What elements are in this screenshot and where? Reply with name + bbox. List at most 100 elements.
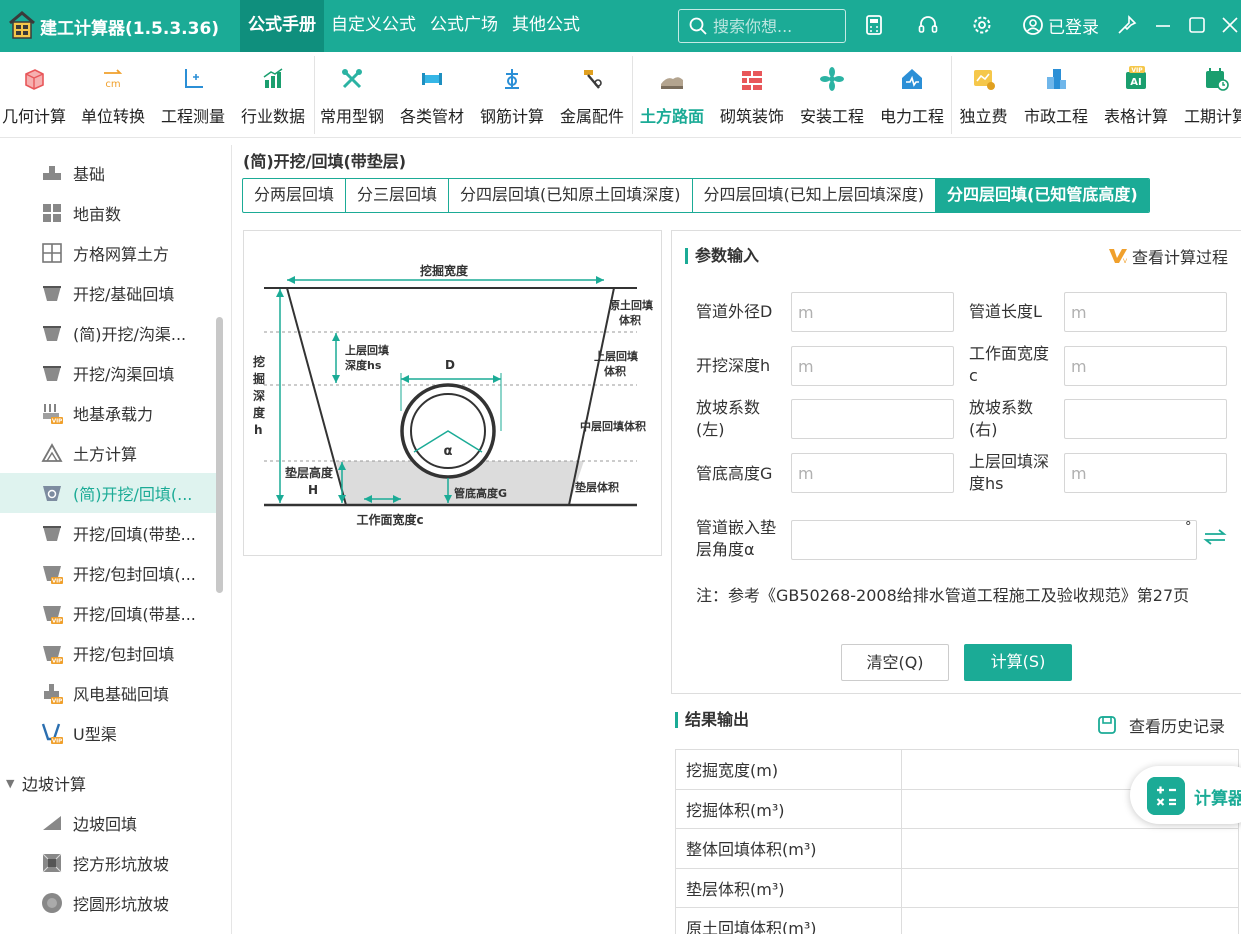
trench-icon xyxy=(43,526,61,541)
vip-badge-text: VIP xyxy=(52,659,62,665)
pin-icon[interactable] xyxy=(1116,14,1138,36)
tool-pipes[interactable]: 各类管材 xyxy=(392,52,472,138)
trench-icon xyxy=(43,366,61,381)
view-process-label: 查看计算过程 xyxy=(1131,248,1228,267)
maximize-icon[interactable] xyxy=(1186,14,1208,36)
sidebar-item-excavation-encase[interactable]: VIP 开挖/包封回填 xyxy=(0,633,216,673)
table-row: 整体回填体积(m³) xyxy=(675,828,1239,869)
pipe-length-input[interactable] xyxy=(1064,292,1227,332)
excavation-depth-input[interactable] xyxy=(791,346,954,386)
tool-earthwork[interactable]: 土方路面 xyxy=(632,52,712,138)
tab-four-layer-pipe-bottom[interactable]: 分四层回填(已知管底高度) xyxy=(936,179,1149,212)
tool-label: 行业数据 xyxy=(240,107,305,126)
tool-label: 各类管材 xyxy=(399,107,464,126)
view-history-link[interactable]: 查看历史记录 xyxy=(1097,713,1225,737)
result-label-excavation-width: 挖掘宽度(m) xyxy=(675,749,902,790)
sidebar-item-label: 开挖/包封回填(... xyxy=(73,565,196,584)
field-label-slope-right: 放坡系数(右) xyxy=(969,398,1034,439)
round-pit-icon xyxy=(42,893,62,913)
sidebar-item-square-pit[interactable]: 挖方形坑放坡 xyxy=(0,843,216,883)
nav-formula-manual[interactable]: 公式手册 xyxy=(240,0,324,52)
sidebar-item-u-channel[interactable]: VIP U型渠 xyxy=(0,713,216,753)
sidebar-item-wind-foundation-fill[interactable]: VIP 风电基础回填 xyxy=(0,673,216,713)
sidebar-item-excavation-encase-fill[interactable]: VIP 开挖/包封回填(... xyxy=(0,553,216,593)
sidebar-group-slope[interactable]: ▼ 边坡计算 xyxy=(0,763,216,803)
sidebar-item-excavation-fill-cushion[interactable]: 开挖/回填(带垫... xyxy=(0,513,216,553)
tool-installation[interactable]: 安装工程 xyxy=(792,52,872,138)
tool-rebar[interactable]: 钢筋计算 xyxy=(472,52,552,138)
tab-four-layer-orig-depth[interactable]: 分四层回填(已知原土回填深度) xyxy=(449,179,693,212)
sidebar-item-simple-excavation-channel[interactable]: (简)开挖/沟渠... xyxy=(0,313,216,353)
grid-block-icon xyxy=(43,204,61,222)
floating-calculator-button[interactable]: 计算器 xyxy=(1130,766,1241,824)
pipe-bottom-height-input[interactable] xyxy=(791,453,954,493)
power-house-icon xyxy=(902,69,922,89)
calculate-button[interactable]: 计算(S) xyxy=(964,644,1072,681)
slope-right-input[interactable] xyxy=(1064,399,1227,439)
history-label: 查看历史记录 xyxy=(1129,717,1226,736)
sidebar-item-simple-excavation-fill[interactable]: (简)开挖/回填(... xyxy=(0,473,216,513)
swap-arrows-icon[interactable] xyxy=(1202,527,1228,547)
foundation-icon xyxy=(43,166,61,180)
view-calc-process-link[interactable]: V 查看计算过程 xyxy=(1108,244,1228,268)
embed-angle-input[interactable] xyxy=(791,520,1197,560)
tool-label: 金属配件 xyxy=(559,107,624,126)
work-width-input[interactable] xyxy=(1064,346,1227,386)
headset-icon[interactable] xyxy=(917,14,939,36)
sidebar-item-round-pit[interactable]: 挖圆形坑放坡 xyxy=(0,883,216,923)
sidebar-item-bearing-capacity[interactable]: VIP 地基承载力 xyxy=(0,393,216,433)
sidebar-item-excavation-channel-fill[interactable]: 开挖/沟渠回填 xyxy=(0,353,216,393)
tool-municipal[interactable]: 市政工程 xyxy=(1016,52,1096,138)
minimize-icon[interactable] xyxy=(1152,14,1174,36)
tool-table-calc[interactable]: VIP AI 表格计算 xyxy=(1096,52,1176,138)
wrench-icon xyxy=(342,69,362,89)
tab-three-layer[interactable]: 分三层回填 xyxy=(346,179,450,212)
sidebar-item-label: 边坡回填 xyxy=(73,815,138,834)
pipe-diameter-label: D xyxy=(445,358,455,372)
tool-independent-fee[interactable]: 独立费 xyxy=(951,52,1016,138)
sidebar-item-slope-fill[interactable]: 边坡回填 xyxy=(0,803,216,843)
tool-geometry[interactable]: 几何计算 xyxy=(0,52,80,138)
sidebar-scrollbar[interactable] xyxy=(216,317,223,593)
tool-survey[interactable]: 工程测量 xyxy=(153,52,233,138)
reference-note: 注：参考《GB50268-2008给排水管道工程施工及验收规范》第27页 xyxy=(696,586,1190,605)
tool-unit-convert[interactable]: cm 单位转换 xyxy=(73,52,153,138)
nav-custom-formula[interactable]: 自定义公式 xyxy=(324,0,423,52)
sidebar-item-excavation-fill-base[interactable]: VIP 开挖/回填(带基... xyxy=(0,593,216,633)
result-value-total-fill-volume xyxy=(901,828,1239,869)
gear-icon[interactable] xyxy=(971,14,993,36)
excavation-width-label: 挖掘宽度 xyxy=(420,263,469,278)
close-icon[interactable] xyxy=(1219,14,1241,36)
slope-left-input[interactable] xyxy=(791,399,954,439)
calculator-icon[interactable] xyxy=(863,14,885,36)
nav-formula-square[interactable]: 公式广场 xyxy=(423,0,505,52)
upper-fill-depth-input[interactable] xyxy=(1064,453,1227,493)
param-section-title: 参数输入 xyxy=(685,248,759,264)
login-status[interactable]: 已登录 xyxy=(1022,12,1099,38)
tool-metal-parts[interactable]: 金属配件 xyxy=(552,52,632,138)
sidebar-item-foundation[interactable]: 基础 xyxy=(0,153,216,193)
sidebar-item-label: 开挖/包封回填 xyxy=(73,645,175,664)
tool-label: 单位转换 xyxy=(80,107,145,126)
nav-other-formula[interactable]: 其他公式 xyxy=(505,0,587,52)
sidebar-item-excavation-foundation-fill[interactable]: 开挖/基础回填 xyxy=(0,273,216,313)
clear-button[interactable]: 清空(Q) xyxy=(841,644,949,681)
coin-chart-icon xyxy=(973,70,995,90)
pipe-outer-diameter-input[interactable] xyxy=(791,292,954,332)
tab-four-layer-upper-depth[interactable]: 分四层回填(已知上层回填深度) xyxy=(693,179,937,212)
sidebar-item-land-area[interactable]: 地亩数 xyxy=(0,193,216,233)
result-label-total-fill-volume: 整体回填体积(m³) xyxy=(675,828,902,869)
tool-masonry[interactable]: 砌筑装饰 xyxy=(712,52,792,138)
search-box xyxy=(678,9,846,43)
tool-steel-section[interactable]: 常用型钢 xyxy=(312,52,392,138)
tool-power[interactable]: 电力工程 xyxy=(872,52,952,138)
search-icon xyxy=(689,17,707,35)
tab-two-layer[interactable]: 分两层回填 xyxy=(243,179,347,212)
search-input[interactable] xyxy=(713,15,841,37)
sidebar-item-label: U型渠 xyxy=(73,725,117,744)
tool-schedule[interactable]: 工期计算 xyxy=(1176,52,1241,138)
tool-industry-data[interactable]: 行业数据 xyxy=(233,52,313,138)
sidebar-item-label: (简)开挖/回填(... xyxy=(73,485,193,504)
sidebar-item-earthwork-calc[interactable]: 土方计算 xyxy=(0,433,216,473)
sidebar-item-grid-earthwork[interactable]: 方格网算土方 xyxy=(0,233,216,273)
